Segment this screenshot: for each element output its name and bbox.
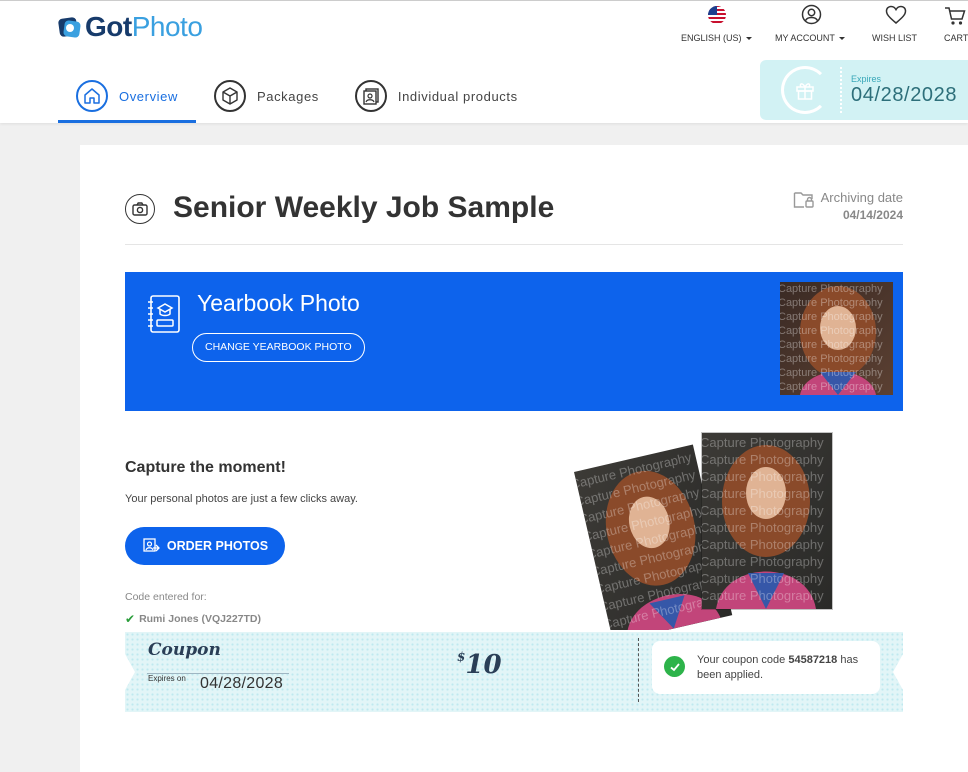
cta-subtitle: Your personal photos are just a few clic… [125,493,358,505]
watermark-text: Capture Photography [700,486,824,501]
coupon-expires-label: Expires on [148,674,186,683]
watermark-text: Capture Photography [700,435,824,450]
language-label: ENGLISH (US) [681,33,742,43]
watermark-text: Capture Photography [780,311,883,323]
cart-label: CART [944,33,968,43]
archive-info: Archiving date 04/14/2024 [793,190,903,222]
archive-folder-icon [793,192,814,208]
wish-list-link[interactable]: WISH LIST [872,4,920,46]
expiry-label: Expires [851,73,882,84]
watermark-text: Capture Photography [700,469,824,484]
tab-label: Packages [256,88,319,104]
expiry-date: 04/28/2028 [851,83,958,106]
expiry-banner: Expires 04/28/2028 [760,60,968,120]
watermark-text: Capture Photography [700,571,824,586]
coupon-title: Coupon [148,640,221,660]
coupon-expires-date: 04/28/2028 [200,675,284,692]
language-selector[interactable]: ENGLISH (US) [681,4,753,46]
cart-link[interactable]: CART [944,4,968,46]
tab-individual-products[interactable]: Individual products [337,75,536,123]
archive-label: Archiving date [820,190,903,205]
cart-icon [945,7,966,25]
order-photos-icon [143,538,160,552]
sample-photos-stack: Capture Photography Capture Photography … [574,432,833,630]
change-yearbook-photo-button[interactable]: CHANGE YEARBOOK PHOTO [192,333,365,362]
gift-icon [781,66,829,114]
page-title: Senior Weekly Job Sample [173,191,555,224]
archive-date: 04/14/2024 [842,208,903,222]
yearbook-icon [148,295,180,333]
cta-title: Capture the moment! [125,459,286,476]
coupon-applied-text: Your coupon code 54587218 has been appli… [697,653,877,683]
my-account-label: MY ACCOUNT [775,33,835,43]
watermark-text: Capture Photography [700,588,824,603]
watermark-text: Capture Photography [780,367,883,379]
box-icon [213,80,246,112]
coupon-notch-left [125,654,135,690]
watermark-text: Capture Photography [780,283,883,295]
job-title-row: Senior Weekly Job Sample Archiving date … [125,187,903,245]
code-entered-value: ✔ Rumi Jones (VQJ227TD) [125,612,261,626]
logo-mark-icon [58,15,82,39]
tab-overview[interactable]: Overview [58,75,196,123]
watermark-text: Capture Photography [700,537,824,552]
yearbook-title: Yearbook Photo [197,290,360,316]
coupon-code: 54587218 [788,654,838,666]
code-entered-label: Code entered for: [125,591,207,603]
home-icon [76,80,108,112]
coupon-applied-message: Your coupon code 54587218 has been appli… [652,641,880,694]
watermark-text: Capture Photography [700,452,824,467]
watermark-text: Capture Photography [780,339,883,351]
coupon-value: 10 [465,650,502,680]
tab-label: Individual products [397,88,518,104]
coupon-banner: Coupon Expires on 04/28/2028 $10 Your co… [125,632,903,712]
watermark-text: Capture Photography [780,353,883,365]
sample-photo-front: Capture Photography Capture Photography … [700,432,833,610]
user-icon [801,4,822,25]
wish-list-label: WISH LIST [872,33,918,43]
watermark-text: Capture Photography [780,325,883,337]
expiry-divider [840,67,842,113]
order-photos-button[interactable]: ORDER PHOTOS [125,527,285,565]
yearbook-photo-thumbnail[interactable]: Capture Photography Capture Photography … [780,282,893,395]
tab-label: Overview [119,88,178,104]
watermark-text: Capture Photography [700,520,824,535]
photos-icon [354,80,387,112]
gotphoto-logo[interactable]: GotPhoto [58,11,203,43]
check-circle-icon [664,656,685,677]
chevron-down-icon [838,37,845,41]
heart-icon [885,5,907,24]
us-flag-icon [708,6,726,24]
chevron-down-icon [745,37,752,41]
checkmark-icon: ✔ [125,612,136,626]
watermark-text: Capture Photography [780,297,883,309]
my-account-menu[interactable]: MY ACCOUNT [775,4,851,46]
job-card: Senior Weekly Job Sample Archiving date … [80,145,968,772]
coupon-msg-pre: Your coupon code [697,654,789,666]
camera-icon [125,194,155,224]
coupon-divider [638,638,639,702]
watermark-text: Capture Photography [700,503,824,518]
logo-text-photo: Photo [131,11,203,42]
code-owner-text: Rumi Jones (VQJ227TD) [139,613,262,625]
coupon-amount: $10 [457,650,502,680]
order-photos-label: ORDER PHOTOS [166,539,269,553]
yearbook-panel: Yearbook Photo CHANGE YEARBOOK PHOTO Cap… [125,272,903,411]
section-tabs: Overview Packages Individual products [58,75,536,123]
logo-text-got: Got [85,11,132,42]
watermark-text: Capture Photography [780,381,883,393]
watermark-text: Capture Photography [700,554,824,569]
tab-packages[interactable]: Packages [196,75,337,123]
coupon-notch-right [893,654,903,690]
header: GotPhoto ENGLISH (US) MY ACCOUNT WISH LI… [0,0,968,123]
